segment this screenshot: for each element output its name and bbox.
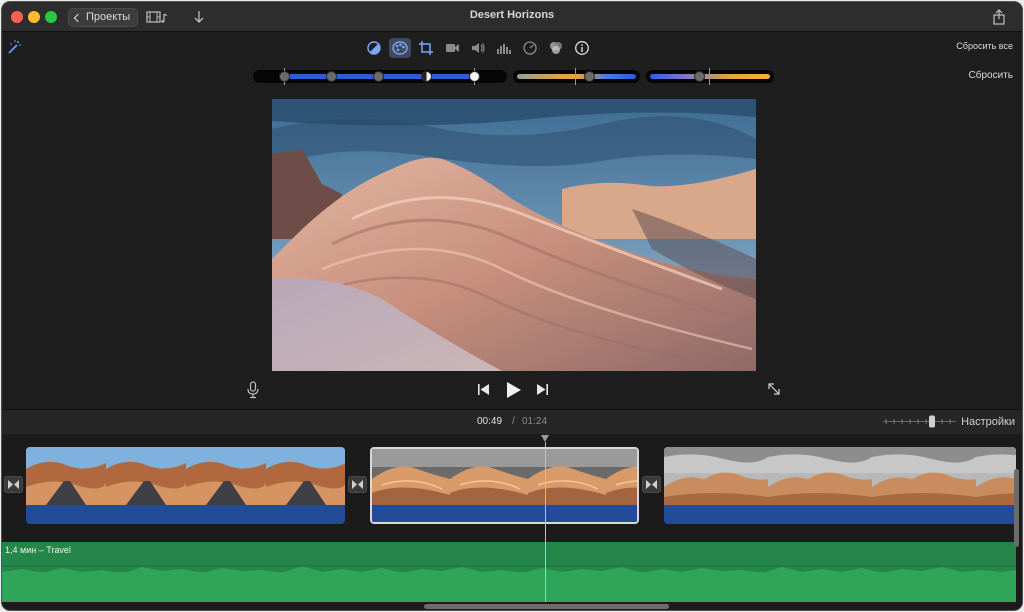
temperature-slider[interactable] (646, 68, 774, 85)
clip-audio-bar (664, 505, 1016, 524)
clip-filter-icon (550, 42, 562, 54)
temperature-knob[interactable] (694, 71, 705, 82)
audio-waveform (2, 565, 1016, 602)
playhead-marker[interactable] (541, 435, 549, 442)
noise-reduction-button[interactable] (493, 38, 515, 58)
reset-all-button[interactable]: Сбросить все (956, 41, 1013, 51)
crop-icon (419, 41, 433, 55)
color-balance-button[interactable] (363, 38, 385, 58)
selected-video-clip[interactable] (370, 447, 639, 524)
speed-icon (523, 41, 537, 55)
background-music-track[interactable]: 1,4 мин – Travel (2, 542, 1016, 602)
play-icon[interactable] (507, 382, 521, 398)
color-balance-icon (367, 41, 381, 55)
luminance-slider[interactable] (253, 68, 507, 85)
microphone-icon[interactable] (246, 381, 260, 399)
crop-button[interactable] (415, 38, 437, 58)
timeline-settings-button[interactable]: Настройки (961, 416, 1015, 428)
timeline-zoom-slider[interactable] (882, 415, 957, 428)
adjustments-toolbar (363, 38, 593, 58)
clip-thumbnails (26, 447, 345, 505)
app-window: Проекты Desert Horizons Сбросить все Сбр… (1, 1, 1023, 611)
window-title: Desert Horizons (469, 9, 555, 21)
transition-button[interactable] (4, 476, 23, 493)
time-separator: / (512, 416, 515, 427)
timeline-horizontal-scrollbar[interactable] (424, 604, 669, 609)
luminance-contrast-knob[interactable] (421, 71, 432, 82)
transition-button[interactable] (642, 476, 661, 493)
audio-track-label: 1,4 мин – Travel (5, 545, 71, 555)
video-frame-image (272, 99, 756, 371)
transition-icon (352, 480, 363, 489)
playhead[interactable] (545, 442, 546, 602)
noise-reduction-icon (497, 44, 511, 54)
zoom-knob (929, 415, 935, 428)
luminance-shadows-knob[interactable] (326, 71, 337, 82)
saturation-knob[interactable] (584, 71, 595, 82)
video-clip[interactable] (26, 447, 345, 524)
total-time: 01:24 (522, 416, 548, 427)
skip-forward-icon[interactable] (537, 384, 548, 395)
title-bar: Проекты Desert Horizons (2, 2, 1022, 32)
speed-button[interactable] (519, 38, 541, 58)
saturation-slider[interactable] (513, 68, 640, 85)
luminance-black-point-knob[interactable] (279, 71, 290, 82)
transition-icon (8, 480, 19, 489)
slider-tick (709, 68, 710, 85)
transition-icon (646, 480, 657, 489)
clip-audio-bar (372, 505, 637, 522)
info-button[interactable] (571, 38, 593, 58)
luminance-white-point-knob[interactable] (469, 71, 480, 82)
reset-button[interactable]: Сбросить (969, 70, 1013, 81)
stabilization-button[interactable] (441, 38, 463, 58)
magic-wand-icon[interactable] (6, 39, 22, 55)
color-correction-button[interactable] (389, 38, 411, 58)
video-clip[interactable] (664, 447, 1016, 524)
clip-audio-bar (26, 505, 345, 524)
color-correction-icon (392, 41, 408, 55)
clip-thumbnails (664, 447, 1016, 505)
info-icon (575, 41, 589, 55)
transition-button[interactable] (348, 476, 367, 493)
volume-icon (472, 43, 485, 53)
stabilization-icon (446, 44, 459, 52)
share-icon[interactable] (992, 9, 1006, 25)
clip-filter-button[interactable] (545, 38, 567, 58)
transport-controls (478, 382, 548, 398)
current-time: 00:49 (477, 416, 503, 427)
timeline-vertical-scrollbar[interactable] (1014, 469, 1019, 547)
volume-button[interactable] (467, 38, 489, 58)
video-viewer[interactable] (272, 99, 756, 371)
timeline[interactable]: 1,4 мин – Travel (2, 434, 1022, 610)
temperature-track (650, 74, 770, 79)
luminance-midtones-knob[interactable] (373, 71, 384, 82)
slider-tick (575, 68, 576, 85)
fullscreen-icon[interactable] (766, 381, 782, 397)
clip-thumbnails (372, 449, 637, 505)
skip-back-icon[interactable] (478, 384, 489, 395)
saturation-track (517, 74, 636, 79)
